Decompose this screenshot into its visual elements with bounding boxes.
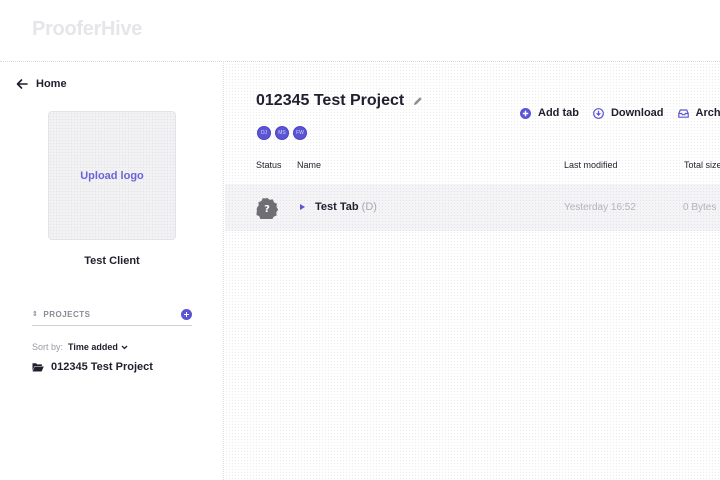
sort-by-select[interactable]: Time added (68, 342, 128, 352)
project-title-row: 012345 Test Project (256, 92, 423, 110)
column-header-status[interactable]: Status (256, 160, 282, 170)
table-header: Status Name Last modified Total size (256, 160, 720, 174)
tab-tag: (D) (361, 201, 377, 213)
sort-arrows-icon: ⇕ (32, 310, 39, 318)
row-last-modified: Yesterday 16:52 (564, 202, 636, 213)
upload-logo-label: Upload logo (80, 169, 144, 182)
tab-name: Test Tab (315, 201, 359, 213)
client-name: Test Client (84, 255, 140, 267)
sort-by-value: Time added (68, 342, 118, 352)
column-header-name[interactable]: Name (297, 160, 321, 170)
download-button[interactable]: Download (593, 107, 664, 119)
row-total-size: 0 Bytes (683, 202, 717, 213)
home-link-label: Home (36, 78, 67, 90)
archive-box-icon (677, 108, 689, 118)
projects-header: ⇕ PROJECTS (32, 303, 192, 326)
project-members: DJ MS FW (257, 126, 307, 140)
status-badge: ? (264, 204, 270, 215)
expand-row-icon[interactable] (300, 204, 305, 210)
upload-logo-button[interactable]: Upload logo (48, 111, 176, 240)
avatar[interactable]: DJ (257, 126, 271, 140)
plus-circle-icon (520, 107, 531, 119)
archive-label: Archive (695, 107, 720, 119)
avatar[interactable]: FW (293, 126, 307, 140)
projects-label: PROJECTS (43, 309, 91, 319)
arrow-left-icon (16, 79, 28, 89)
sidebar: Home Upload logo Test Client ⇕ PROJECTS … (0, 63, 224, 480)
top-bar: ProoferHive (0, 0, 720, 62)
sort-row: Sort by: Time added (32, 342, 128, 352)
brand-logo[interactable]: ProoferHive (32, 18, 142, 41)
sort-by-label: Sort by: (32, 342, 64, 352)
sidebar-project-name: 012345 Test Project (51, 361, 153, 373)
toolbar: Add tab Download Archive (520, 107, 720, 119)
archive-button[interactable]: Archive (677, 107, 720, 119)
row-name: Test Tab (D) (315, 201, 377, 213)
folder-open-icon (32, 363, 44, 372)
projects-sort-toggle[interactable]: ⇕ PROJECTS (32, 310, 91, 319)
table-row[interactable]: ? Test Tab (D) Yesterday 16:52 0 Bytes (225, 184, 720, 231)
chevron-down-icon (121, 345, 128, 349)
pencil-icon[interactable] (413, 96, 423, 106)
add-tab-button[interactable]: Add tab (520, 107, 579, 119)
add-tab-label: Add tab (538, 107, 579, 119)
download-label: Download (610, 107, 664, 119)
home-link[interactable]: Home (16, 78, 67, 90)
sidebar-project-item[interactable]: 012345 Test Project (32, 361, 153, 373)
question-badge-icon: ? (256, 197, 278, 219)
page-title: 012345 Test Project (256, 92, 405, 109)
download-circle-icon (593, 107, 604, 119)
add-project-icon[interactable] (181, 308, 192, 320)
avatar[interactable]: MS (275, 126, 289, 140)
column-header-last-modified[interactable]: Last modified (564, 160, 618, 170)
column-header-total-size[interactable]: Total size (684, 160, 720, 170)
